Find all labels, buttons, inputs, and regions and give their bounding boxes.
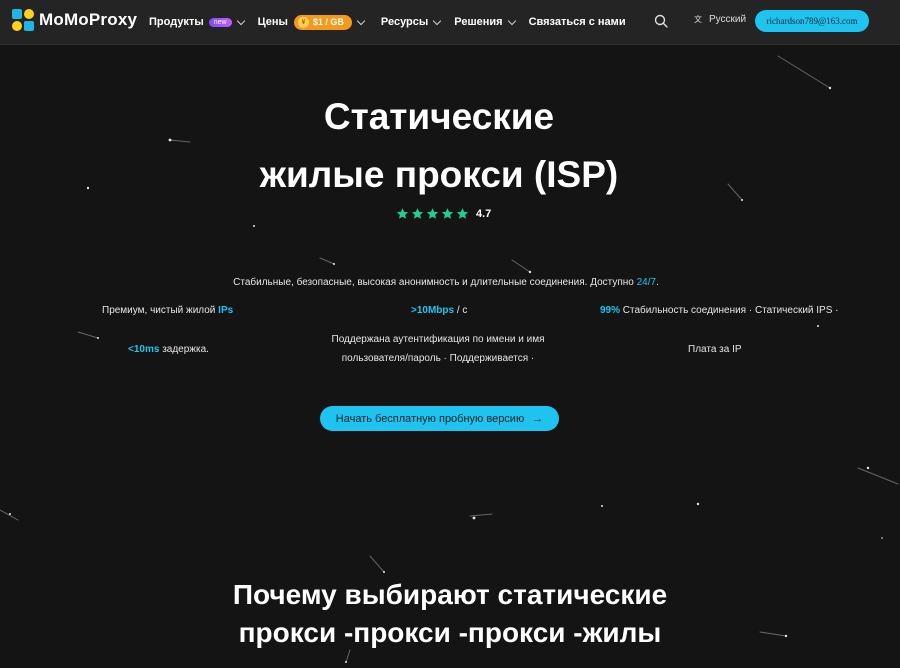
price-badge: ¥ $1 / GB [293,14,352,30]
feature-text-line1: Поддержана аутентификация по имени и имя [331,334,545,345]
feature-stability: 99% Стабильность соединения · Статически… [600,305,839,316]
price-badge-label: $1 / GB [312,17,344,27]
nav-menu: Продукты new Цены ¥ $1 / GB Ресурсы Реше… [149,0,626,44]
star-icon [456,208,469,219]
nav-item-solutions[interactable]: Решения [454,16,516,28]
feature-text: Премиум, чистый жилой [102,305,219,316]
svg-text:文: 文 [694,14,702,24]
star-icon [426,208,439,219]
arrow-right-icon: → [532,412,544,425]
nav-item-products[interactable]: Продукты new [149,16,245,28]
logo-text: MoMoProxy [39,10,138,29]
nav-item-solutions-label: Решения [454,16,503,28]
rating: 4.7 [396,207,491,220]
subtitle-end: . [656,277,659,288]
page-title-line2: жилые прокси (ISP) [259,154,619,195]
language-selector[interactable]: 文 Русский [694,14,746,25]
why-heading-line2: прокси -прокси -прокси -жилы [238,617,662,648]
star-icon [396,208,409,219]
cta-label: Начать бесплатную пробную версию [335,412,525,425]
rating-value: 4.7 [476,207,492,220]
chevron-down-icon [356,16,366,25]
why-heading-line1: Почему выбирают статические [232,579,668,610]
new-badge: new [208,17,232,27]
nav-item-prices[interactable]: Цены ¥ $1 / GB [257,14,366,30]
feature-highlight: >10Mbps [411,305,455,316]
logo[interactable]: MoMoProxy [12,9,137,31]
feature-text-line2: пользователя/пароль · Поддерживается · [341,353,535,364]
nav-item-resources-label: Ресурсы [380,16,429,28]
subtitle-highlight: 24/7 [636,277,657,288]
star-icon [441,208,454,219]
chevron-down-icon [433,16,442,25]
feature-authentication: Поддержана аутентификация по имени и имя… [316,330,560,368]
translate-icon: 文 [694,14,702,24]
language-label: Русский [709,14,747,25]
top-navbar: MoMoProxy Продукты new Цены ¥ $1 / GB Ре… [0,0,900,45]
feature-text: задержка. [159,344,209,355]
user-account-button[interactable]: richardson789@163.com [755,10,869,32]
nav-item-products-label: Продукты [149,16,204,28]
feature-speed: >10Mbps / с [411,305,467,316]
chevron-down-icon [236,16,245,25]
hero-subtitle: Стабильные, безопасные, высокая анонимно… [0,277,892,288]
feature-pay-per-ip: Плата за IP [688,344,742,355]
nav-item-contact[interactable]: Связаться с нами [529,16,626,28]
star-icon [411,208,424,219]
feature-clean-ips: Премиум, чистый жилой IPs [102,305,233,316]
feature-highlight: <10ms [128,344,160,355]
search-icon[interactable] [654,14,668,28]
feature-latency: <10ms задержка. [128,344,209,355]
feature-text: Стабильность соединения · Статический IP… [620,305,839,316]
logo-icon [12,9,34,31]
feature-text: / с [454,305,468,316]
nav-item-resources[interactable]: Ресурсы [380,16,442,28]
feature-highlight: IPs [218,305,234,316]
coin-icon: ¥ [297,16,309,28]
nav-item-contact-label: Связаться с нами [528,16,626,28]
start-free-trial-button[interactable]: Начать бесплатную пробную версию → [320,406,559,431]
chevron-down-icon [507,16,516,25]
why-section-heading: Почему выбирают статические прокси -прок… [0,576,900,652]
page-title: Статические жилые прокси (ISP) [0,88,878,204]
nav-item-prices-label: Цены [257,16,288,28]
feature-highlight: 99% [600,305,621,316]
subtitle-text: Стабильные, безопасные, высокая анонимно… [233,277,637,288]
page-title-line1: Статические [323,96,555,137]
